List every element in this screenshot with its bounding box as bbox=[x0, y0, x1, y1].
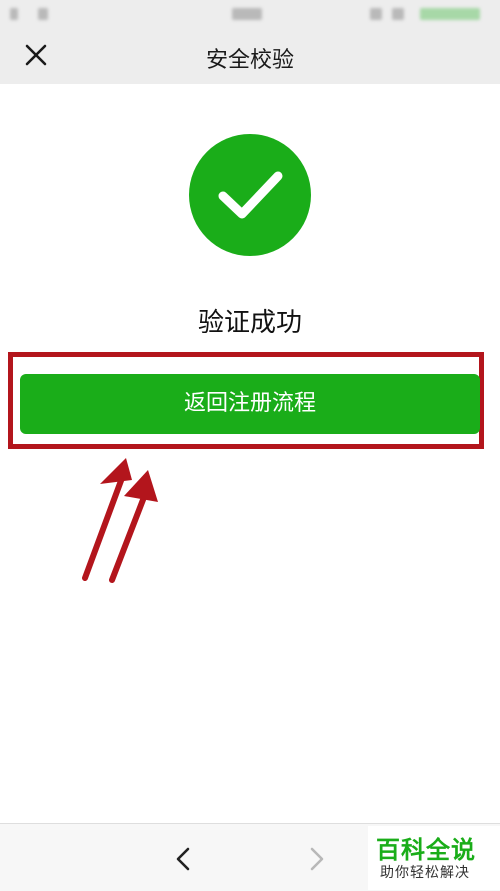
watermark-title: 百科全说 bbox=[376, 836, 476, 864]
forward-button[interactable] bbox=[302, 844, 330, 874]
page-title: 安全校验 bbox=[205, 48, 294, 73]
nav-bar: 安全校验 bbox=[0, 28, 500, 84]
status-bar bbox=[0, 0, 500, 28]
watermark: 百科全说 助你轻松解决 bbox=[368, 826, 500, 890]
return-to-registration-button[interactable]: 返回注册流程 bbox=[20, 374, 480, 434]
annotation-arrow-left bbox=[82, 458, 132, 581]
time-text bbox=[232, 8, 262, 20]
signal-icon bbox=[10, 8, 18, 20]
result-message: 验证成功 bbox=[197, 308, 302, 338]
wifi-icon bbox=[392, 8, 404, 20]
alarm-icon bbox=[370, 8, 382, 20]
carrier-icon bbox=[38, 8, 48, 20]
back-button[interactable] bbox=[170, 844, 198, 874]
chevron-right-icon bbox=[310, 847, 324, 871]
check-circle-icon bbox=[189, 134, 311, 256]
battery-icon bbox=[420, 8, 480, 20]
watermark-subtitle: 助你轻松解决 bbox=[380, 865, 470, 881]
chevron-left-icon bbox=[176, 847, 190, 871]
annotation-arrows bbox=[82, 458, 158, 583]
